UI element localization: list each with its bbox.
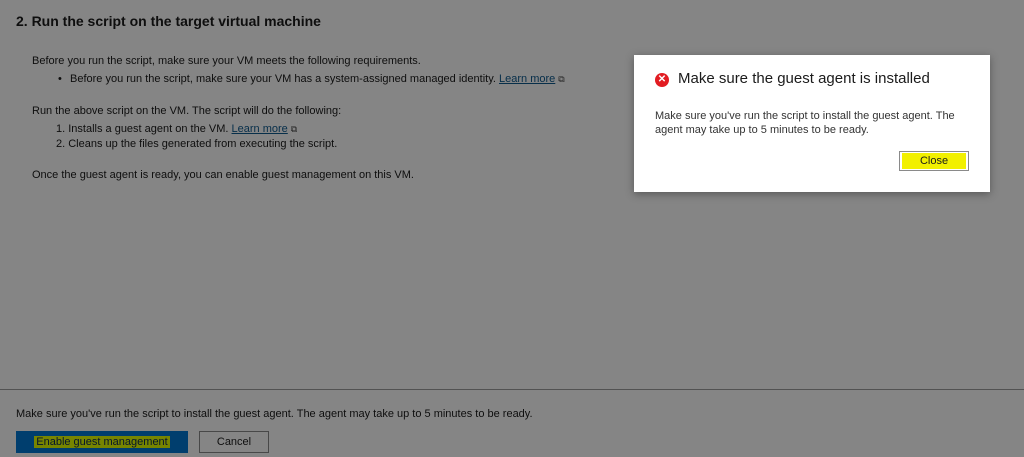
close-label: Close	[901, 153, 967, 169]
dialog-message: Make sure you've run the script to insta…	[655, 110, 955, 136]
close-button[interactable]: Close	[899, 151, 969, 171]
dialog-title: Make sure the guest agent is installed	[678, 70, 930, 87]
error-dialog: ✕ Make sure the guest agent is installed…	[634, 55, 990, 192]
error-circle-icon: ✕	[655, 73, 669, 87]
